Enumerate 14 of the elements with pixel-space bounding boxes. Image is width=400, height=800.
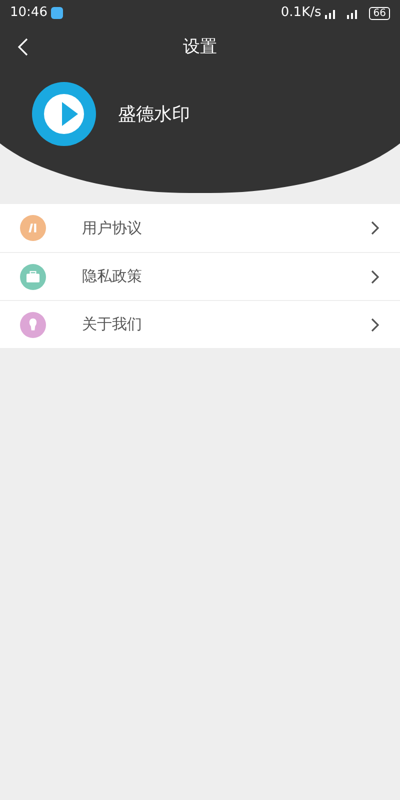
battery-icon: 66 <box>369 6 390 20</box>
notification-icon <box>51 7 64 19</box>
app-logo-icon <box>32 82 96 146</box>
network-speed: 0.1K/s <box>280 4 322 22</box>
app-name: 盛德水印 <box>118 102 190 126</box>
chevron-right-icon <box>370 220 380 236</box>
menu-item[interactable]: 隐私政策 <box>0 252 400 300</box>
page-title: 设置 <box>183 36 217 60</box>
back-button[interactable] <box>16 36 30 58</box>
menu-item[interactable]: 关于我们 <box>0 300 400 348</box>
chevron-right-icon <box>370 268 380 284</box>
menu-item[interactable]: 用户协议 <box>0 204 400 252</box>
chevron-right-icon <box>370 316 380 332</box>
status-time: 10:46 <box>10 4 48 22</box>
